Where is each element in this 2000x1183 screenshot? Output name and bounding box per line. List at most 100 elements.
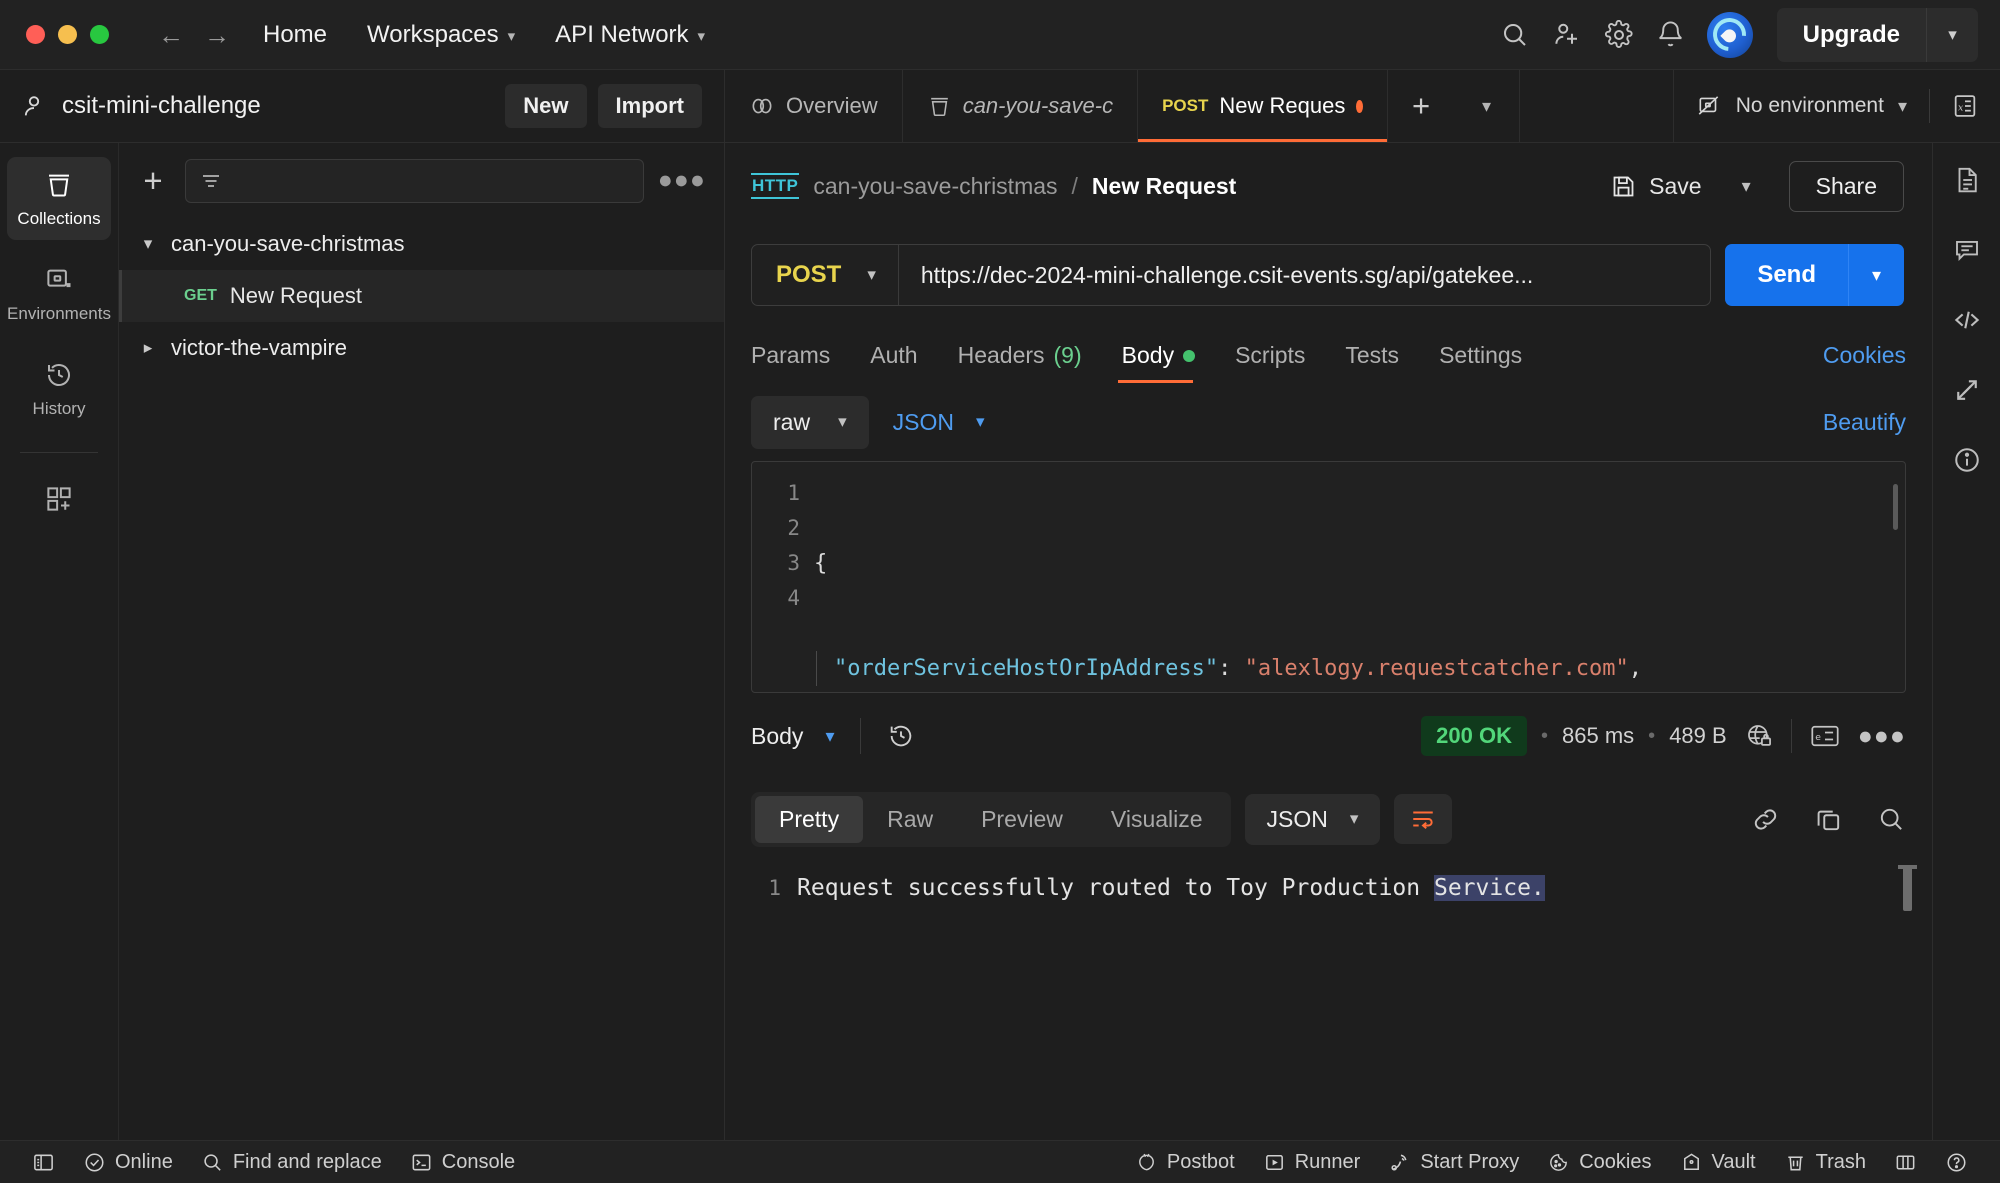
runner-icon [1263,1151,1286,1174]
tab-pretty[interactable]: Pretty [755,795,864,843]
response-cookies-icon[interactable] [1745,722,1773,750]
tab-label: Settings [1439,342,1523,368]
trash-button[interactable]: Trash [1770,1151,1880,1174]
chevron-down-icon[interactable]: ▾ [137,234,159,254]
invite-user-icon[interactable] [1541,9,1593,61]
find-and-replace-button[interactable]: Find and replace [187,1151,396,1174]
search-icon[interactable] [1877,805,1906,834]
share-label: Share [1815,172,1877,199]
sidebar-item-history[interactable]: History [7,347,111,430]
bell-icon[interactable] [1645,9,1697,61]
api-network-menu[interactable]: API Network ▾ [541,14,719,56]
collapse-expand-icon[interactable] [1952,375,1982,405]
tab-new-request[interactable]: POST New Reques [1138,70,1389,142]
minimize-window-button[interactable] [58,25,77,44]
chevron-right-icon[interactable]: ▸ [137,338,159,358]
link-icon[interactable] [1751,805,1780,834]
window-controls [26,25,109,44]
copy-icon[interactable] [1814,805,1843,834]
url-input[interactable]: https://dec-2024-mini-challenge.csit-eve… [899,245,1710,305]
tab-headers[interactable]: Headers (9) [938,342,1102,383]
body-language-selector[interactable]: JSON ▾ [869,396,1009,449]
beautify-button[interactable]: Beautify [1823,409,1906,436]
body-mode-selector[interactable]: raw ▾ [751,395,869,449]
help-icon [1945,1151,1968,1174]
response-more-actions-icon[interactable]: ●●● [1858,723,1906,749]
response-view-segmented: Pretty Raw Preview Visualize [751,791,1231,847]
tab-body[interactable]: Body [1102,342,1215,383]
upgrade-rocket-icon[interactable] [1706,11,1753,58]
breadcrumb-collection[interactable]: can-you-save-christmas [813,173,1057,200]
tab-params[interactable]: Params [751,342,850,383]
tab-overview[interactable]: Overview [725,70,903,142]
upgrade-dropdown-chevron-down-icon[interactable]: ▾ [1926,7,1978,62]
response-body-selector[interactable]: Body ▾ [751,723,834,750]
tab-collection[interactable]: can-you-save-c [903,70,1139,142]
new-tab-button[interactable]: + [1388,70,1454,142]
maximize-window-button[interactable] [90,25,109,44]
new-button[interactable]: New [505,84,587,128]
start-proxy-button[interactable]: Start Proxy [1374,1151,1533,1174]
add-module-icon[interactable] [7,471,111,525]
save-options-chevron-down-icon[interactable]: ▾ [1728,176,1765,197]
comments-icon[interactable] [1952,235,1982,265]
chevron-down-icon: ▾ [507,28,516,45]
sidebar-toggle-icon[interactable] [18,1151,69,1174]
request-body-editor[interactable]: 1 2 3 4 { "orderServiceHostOrIpAddress":… [751,461,1906,693]
method-selector[interactable]: POST ▾ [752,245,899,305]
tab-visualize[interactable]: Visualize [1087,796,1227,843]
response-history-icon[interactable] [887,722,915,750]
wrap-lines-icon[interactable] [1394,794,1453,844]
close-window-button[interactable] [26,25,45,44]
gear-icon[interactable] [1593,9,1645,61]
tab-preview[interactable]: Preview [957,796,1087,843]
help-button[interactable] [1931,1151,1982,1174]
import-button[interactable]: Import [597,84,702,128]
save-response-icon[interactable]: e [1810,723,1840,749]
runner-button[interactable]: Runner [1249,1151,1375,1174]
tab-raw[interactable]: Raw [863,796,957,843]
line-number: 1 [787,481,800,505]
sidebar-item-environments[interactable]: Environments [7,252,111,335]
tab-settings[interactable]: Settings [1419,342,1542,383]
response-body-text[interactable]: Request successfully routed to Toy Produ… [797,869,1932,1140]
layout-toggle-button[interactable] [1880,1151,1931,1174]
console-button[interactable]: Console [396,1151,529,1174]
tab-auth[interactable]: Auth [850,342,937,383]
environment-selector[interactable]: No environment ▾ [1674,70,1929,142]
tab-scripts[interactable]: Scripts [1215,342,1325,383]
plus-icon[interactable]: + [135,164,171,197]
vault-button[interactable]: Vault [1666,1151,1770,1174]
info-icon[interactable] [1952,445,1982,475]
code-snippet-icon[interactable] [1952,305,1982,335]
share-button[interactable]: Share [1788,160,1904,212]
search-icon[interactable] [1489,9,1541,61]
tab-list-chevron-down-icon[interactable]: ▾ [1454,70,1521,142]
send-button[interactable]: Send [1725,244,1848,306]
home-link[interactable]: Home [249,14,341,56]
postbot-button[interactable]: Postbot [1121,1151,1249,1174]
sidebar-item-collections[interactable]: Collections [7,157,111,240]
arrow-right-icon[interactable]: → [197,15,237,55]
response-format-selector[interactable]: JSON ▾ [1244,793,1381,845]
more-actions-icon[interactable]: ●●● [658,168,706,193]
response-body[interactable]: 1 Request successfully routed to Toy Pro… [725,859,1932,1140]
tab-tests[interactable]: Tests [1325,342,1419,383]
arrow-left-icon[interactable]: ← [151,15,191,55]
workspaces-menu[interactable]: Workspaces ▾ [353,14,529,56]
editor-code[interactable]: { "orderServiceHostOrIpAddress": "alexlo… [814,462,1905,692]
search-input[interactable] [185,158,644,203]
documentation-icon[interactable] [1952,165,1982,195]
send-options-chevron-down-icon[interactable]: ▾ [1848,244,1904,306]
status-online[interactable]: Online [69,1151,187,1174]
save-button[interactable]: Save [1598,165,1713,208]
tree-request-new-request[interactable]: GET New Request [119,270,724,322]
upgrade-button[interactable]: Upgrade [1777,8,1926,62]
editor-scrollbar[interactable] [1893,484,1898,530]
tree-collection-victor-the-vampire[interactable]: ▸ victor-the-vampire [119,322,724,374]
response-scrollbar[interactable] [1898,865,1917,911]
tree-collection-can-you-save-christmas[interactable]: ▾ can-you-save-christmas [119,218,724,270]
env-quick-look-icon[interactable]: x [1930,70,2000,142]
cookies-link[interactable]: Cookies [1823,342,1906,383]
cookies-button[interactable]: Cookies [1533,1151,1665,1174]
